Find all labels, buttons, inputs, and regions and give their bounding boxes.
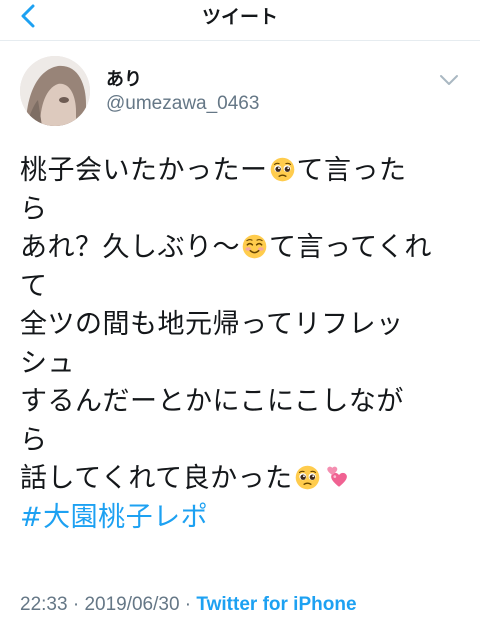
tweet-line: #大園桃子レポ <box>20 499 470 538</box>
tweet-source-link[interactable]: Twitter for iPhone <box>196 594 356 615</box>
tweet-line: 桃子会いたかったー て言った <box>20 155 407 186</box>
tweet-header: あり @umezawa_0463 <box>0 48 480 138</box>
page-title: ツイート <box>201 6 278 28</box>
pleading-face-icon <box>270 157 294 182</box>
tweet-line: 話してくれて良かった <box>20 460 470 499</box>
pleading-face-icon <box>295 465 319 490</box>
tweet-line: ら <box>20 193 48 225</box>
tweet-line: シュ <box>20 347 75 379</box>
separator: · <box>179 594 197 615</box>
tweet-metadata: 22:33 · 2019/06/30 · Twitter for iPhone <box>20 594 357 616</box>
navigation-bar: ツイート <box>0 0 480 41</box>
user-handle[interactable]: @umezawa_0463 <box>106 93 259 115</box>
tweet-line: 全ツの間も地元帰ってリフレッ <box>20 309 404 340</box>
separator: · <box>67 594 85 615</box>
chevron-down-icon[interactable] <box>438 72 460 88</box>
avatar-image <box>20 56 90 126</box>
two-hearts-icon <box>326 466 347 487</box>
display-name[interactable]: あり <box>106 65 142 91</box>
avatar[interactable] <box>20 56 90 126</box>
smiling-face-icon <box>242 234 267 259</box>
tweet-text: 桃子会いたかったー て言った ら あれ？久しぶり〜 て言ってくれ て 全ツの間も… <box>20 152 470 537</box>
tweet-time: 22:33 <box>20 594 68 615</box>
tweet-line: あれ？久しぶり〜 て言ってくれ <box>20 232 432 263</box>
tweet-line: て <box>20 270 48 302</box>
tweet-date: 2019/06/30 <box>84 594 180 615</box>
tweet-line: ら <box>20 424 48 456</box>
hashtag-link[interactable]: #大園桃子レポ <box>20 502 208 533</box>
tweet-line: するんだーとかにこにこしなが <box>20 386 404 417</box>
